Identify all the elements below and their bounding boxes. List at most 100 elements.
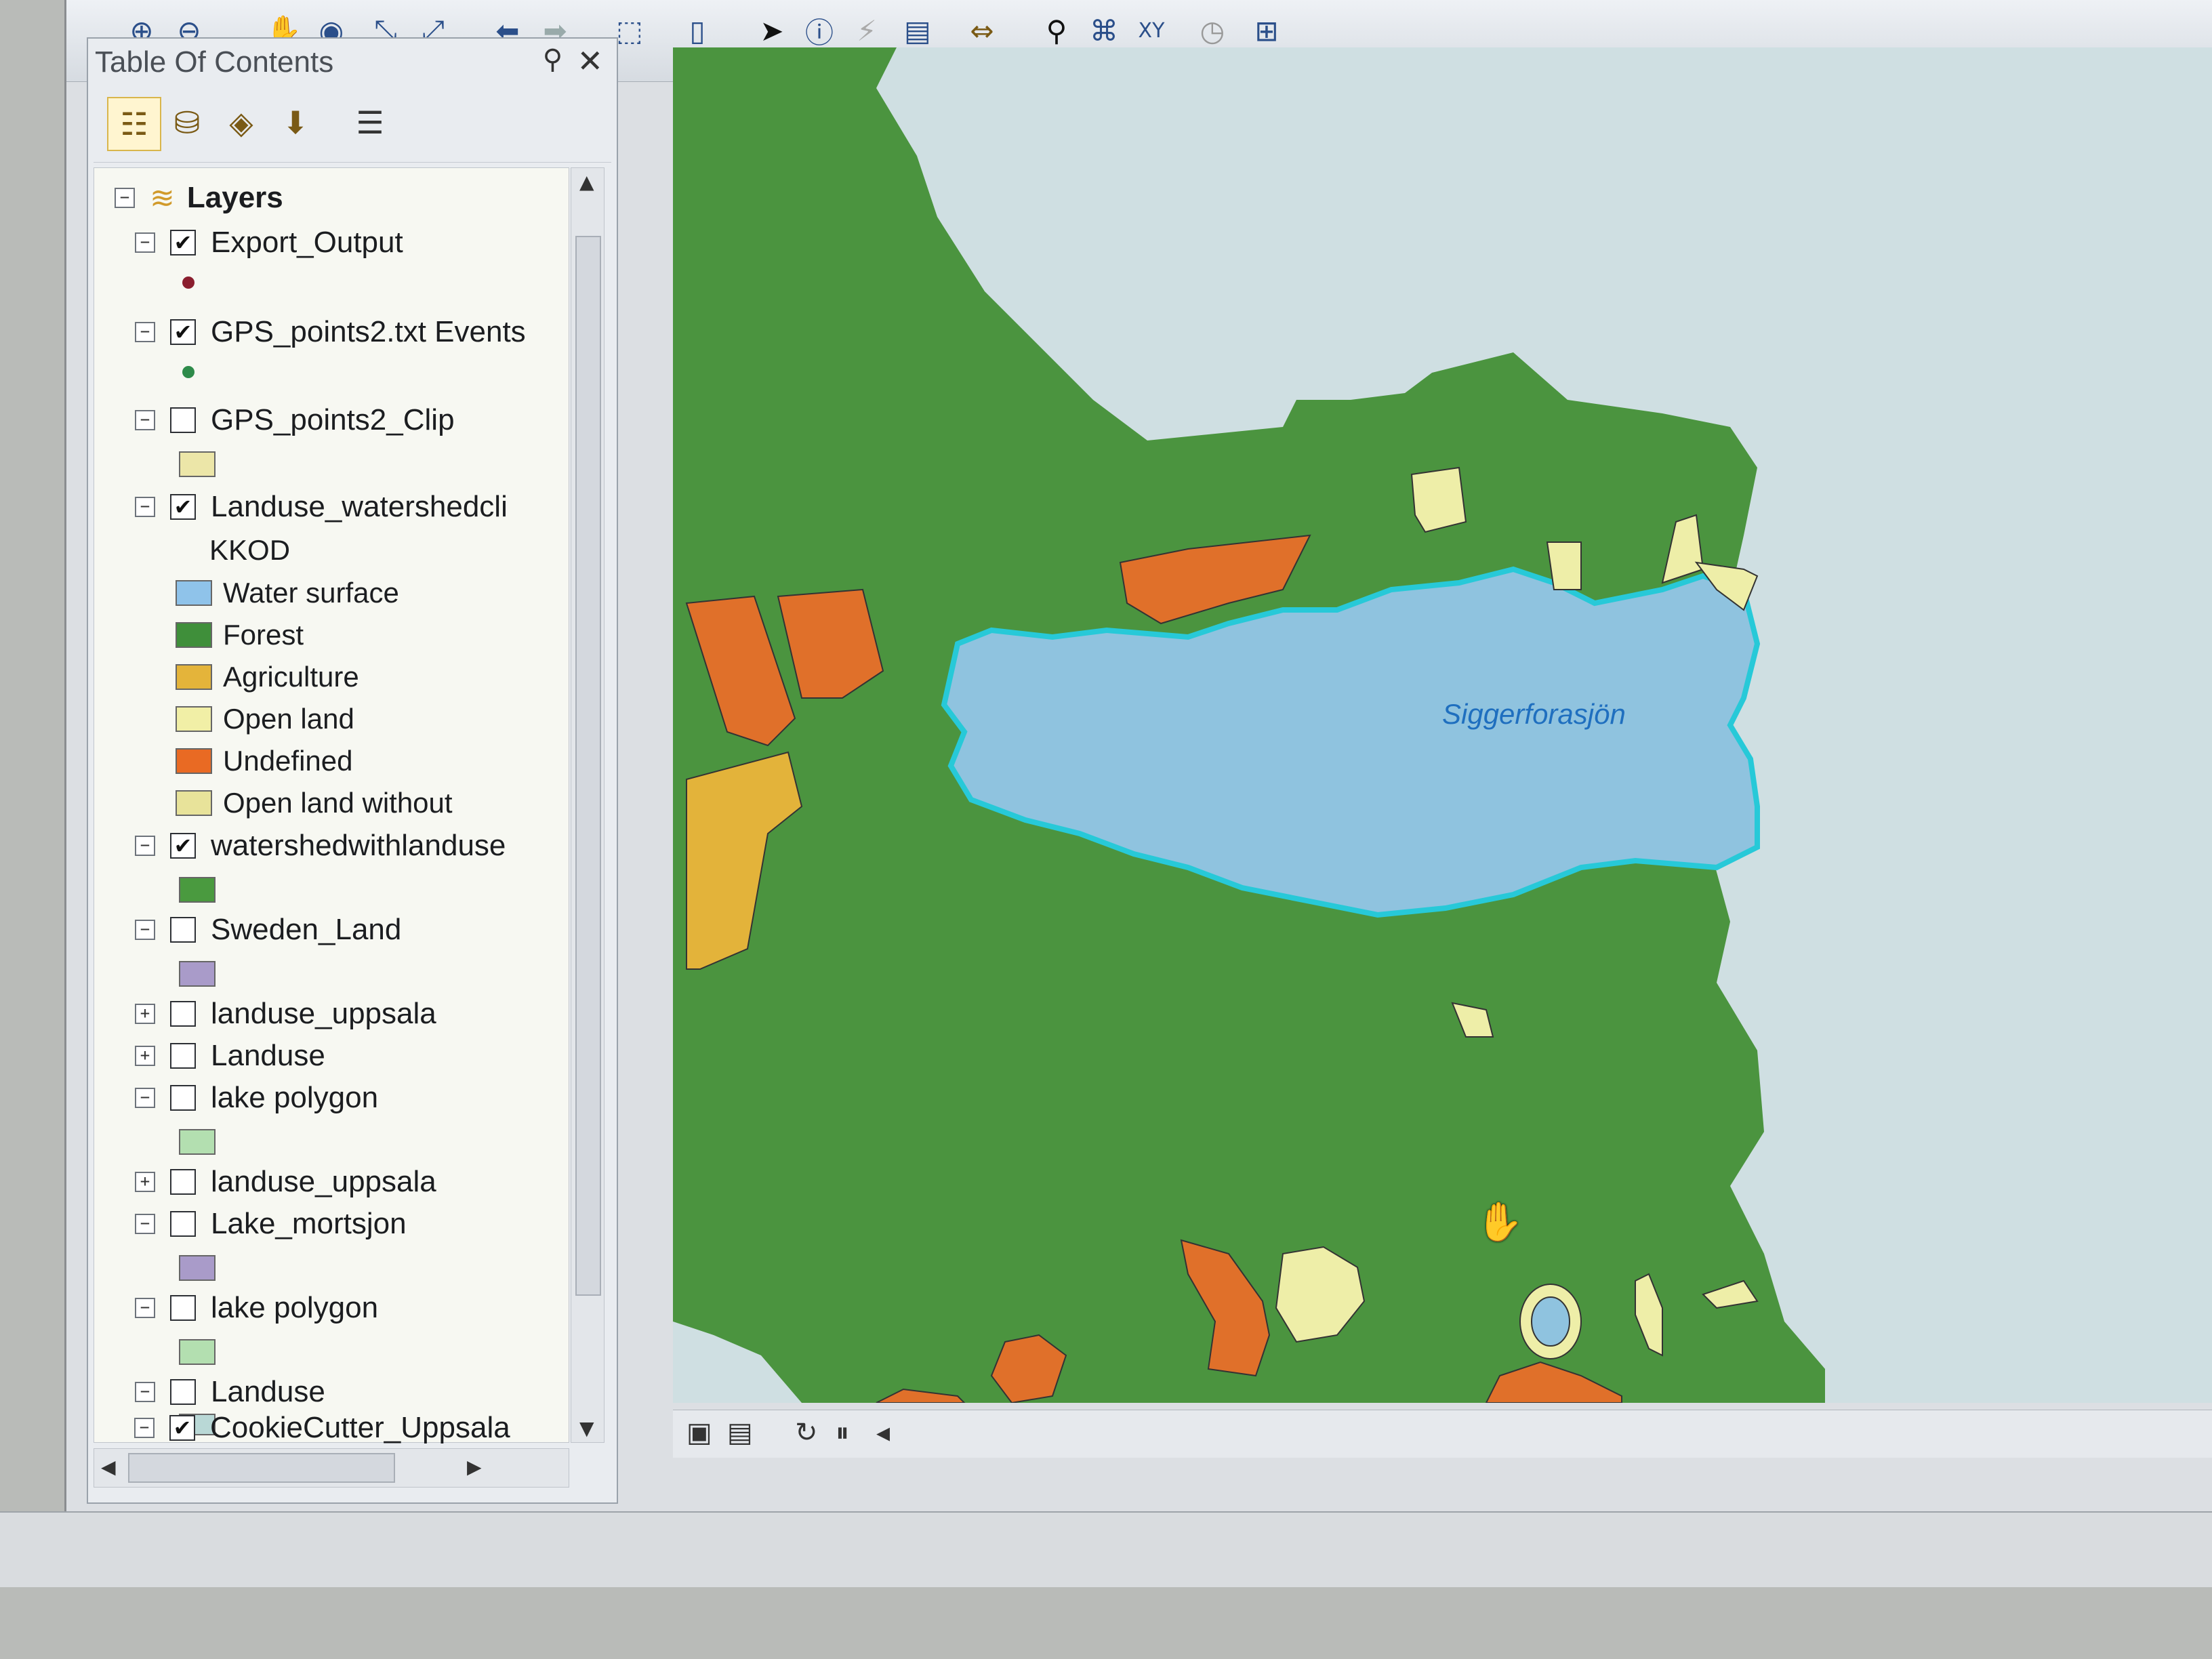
html-popup-icon[interactable]: ▤	[897, 9, 939, 52]
close-icon[interactable]: ✕	[577, 43, 603, 79]
toc-toolbar: ☷ ⛁ ◈ ⬇ ☰	[94, 87, 611, 163]
layer-name: Landuse_watershedcli	[211, 490, 508, 523]
layout-view-icon[interactable]: ▤	[727, 1417, 753, 1448]
layer-visibility-checkbox[interactable]: ✔	[170, 494, 196, 520]
clear-selection-icon[interactable]: ▯	[676, 9, 718, 52]
collapse-icon[interactable]: −	[135, 497, 155, 517]
layer-name: lake polygon	[211, 1291, 379, 1324]
layer-visibility-checkbox[interactable]	[170, 1085, 196, 1111]
layer-visibility-checkbox[interactable]: ✔	[169, 1415, 195, 1441]
layer-name: Landuse	[211, 1375, 325, 1408]
collapse-icon[interactable]: −	[135, 1088, 155, 1108]
collapse-icon[interactable]: −	[135, 322, 155, 342]
goto-xy-icon[interactable]: XY	[1130, 9, 1172, 52]
time-slider-icon[interactable]: ◷	[1191, 9, 1233, 52]
layers-root[interactable]: − ≋ Layers	[115, 176, 283, 220]
list-by-source-icon[interactable]: ⛁	[161, 97, 213, 148]
layer-landuse-uppsala[interactable]: + landuse_uppsala	[135, 992, 436, 1036]
collapse-icon[interactable]: −	[135, 1382, 155, 1402]
legend-item[interactable]: Open land without	[176, 782, 453, 824]
polygon-symbol	[179, 961, 216, 987]
expand-icon[interactable]: +	[135, 1046, 155, 1066]
route-icon[interactable]: ⌘	[1083, 9, 1125, 52]
collapse-icon[interactable]: −	[135, 1298, 155, 1318]
collapse-icon[interactable]: −	[135, 410, 155, 430]
layer-visibility-checkbox[interactable]	[170, 1169, 196, 1195]
legend-item[interactable]: Undefined	[176, 740, 352, 782]
polygon-symbol	[179, 451, 216, 477]
toc-vertical-scrollbar[interactable]: ▲ ▼	[571, 167, 605, 1443]
pan-hand-cursor-icon: ✋	[1476, 1200, 1523, 1244]
options-icon[interactable]: ☰	[344, 97, 396, 148]
legend-item[interactable]: Water surface	[176, 572, 399, 614]
scrollbar-thumb[interactable]	[128, 1453, 395, 1483]
collapse-icon[interactable]: −	[135, 232, 155, 253]
find-icon[interactable]: ⚲	[1036, 9, 1078, 52]
pause-drawing-icon[interactable]: ⏸	[836, 1417, 849, 1448]
layer-watershedwithlanduse[interactable]: − ✔ watershedwithlanduse	[135, 824, 506, 867]
magnifier-window-icon[interactable]: ⊞	[1246, 9, 1288, 52]
hyperlink-icon[interactable]: ⚡	[846, 9, 888, 52]
data-view-icon[interactable]: ▣	[687, 1417, 712, 1448]
scroll-left-icon[interactable]: ◂	[876, 1417, 890, 1448]
legend-label: Open land without	[223, 787, 453, 819]
collapse-icon[interactable]: −	[115, 188, 135, 208]
legend-label: Agriculture	[223, 661, 359, 693]
list-by-drawing-order-icon[interactable]: ☷	[107, 97, 161, 151]
scroll-right-icon[interactable]: ▶	[467, 1456, 482, 1478]
refresh-icon[interactable]: ↻	[795, 1417, 818, 1448]
legend-item[interactable]: Open land	[176, 698, 354, 740]
layer-visibility-checkbox[interactable]	[170, 407, 196, 433]
collapse-icon[interactable]: −	[135, 836, 155, 856]
layer-visibility-checkbox[interactable]	[170, 1043, 196, 1069]
point-symbol	[182, 276, 194, 289]
layer-landuse-watershedclip[interactable]: − ✔ Landuse_watershedcli	[135, 485, 508, 529]
lake-name-label: Siggerforasjön	[1442, 698, 1626, 730]
scroll-left-icon[interactable]: ◀	[101, 1456, 116, 1478]
layer-lake-polygon[interactable]: − lake polygon	[135, 1076, 378, 1120]
layer-gps-events[interactable]: − ✔ GPS_points2.txt Events	[135, 310, 526, 354]
collapse-icon[interactable]: −	[135, 1214, 155, 1234]
toc-horizontal-scrollbar[interactable]: ◀ ▶	[94, 1448, 569, 1488]
layer-name: Landuse	[211, 1039, 325, 1072]
layer-export-output[interactable]: − ✔ Export_Output	[135, 221, 403, 264]
layer-visibility-checkbox[interactable]: ✔	[170, 319, 196, 345]
collapse-icon[interactable]: −	[134, 1418, 155, 1438]
layer-lake-mortsjon[interactable]: − Lake_mortsjon	[135, 1202, 407, 1246]
pin-icon[interactable]: ⚲	[543, 44, 562, 75]
legend-label: Open land	[223, 703, 354, 735]
layer-landuse[interactable]: + Landuse	[135, 1034, 325, 1078]
layers-root-label: Layers	[186, 181, 283, 214]
layer-gps-clip[interactable]: − GPS_points2_Clip	[135, 398, 455, 442]
layer-cookiecutter-uppsala[interactable]: − ✔ CookieCutter_Uppsala	[134, 1406, 510, 1450]
layer-visibility-checkbox[interactable]: ✔	[170, 833, 196, 859]
layer-visibility-checkbox[interactable]	[170, 1295, 196, 1321]
layer-visibility-checkbox[interactable]	[170, 1379, 196, 1405]
scroll-down-icon[interactable]: ▼	[579, 1417, 594, 1439]
legend-swatch	[176, 580, 212, 606]
layer-name: CookieCutter_Uppsala	[210, 1411, 510, 1444]
layer-visibility-checkbox[interactable]	[170, 1211, 196, 1237]
list-by-visibility-icon[interactable]: ◈	[216, 97, 267, 148]
layer-lake-polygon[interactable]: − lake polygon	[135, 1286, 378, 1330]
toc-title: Table Of Contents	[95, 45, 334, 79]
legend-item[interactable]: Agriculture	[176, 656, 359, 698]
select-icon[interactable]: ➤	[751, 9, 793, 52]
map-canvas[interactable]: Siggerforasjön ✋	[673, 47, 2212, 1403]
layer-sweden-land[interactable]: − Sweden_Land	[135, 908, 401, 951]
scrollbar-thumb[interactable]	[575, 236, 601, 1296]
legend-item[interactable]: Forest	[176, 614, 304, 656]
collapse-icon[interactable]: −	[135, 920, 155, 940]
polygon-symbol	[179, 1255, 216, 1281]
list-by-selection-icon[interactable]: ⬇	[270, 97, 321, 148]
measure-icon[interactable]: ⇔	[961, 9, 1003, 52]
layer-landuse-uppsala[interactable]: + landuse_uppsala	[135, 1160, 436, 1204]
identify-icon[interactable]: ⓘ	[798, 9, 840, 52]
layer-visibility-checkbox[interactable]: ✔	[170, 230, 196, 255]
layer-visibility-checkbox[interactable]	[170, 917, 196, 943]
map-view-bar: ▣ ▤ ↻ ⏸ ◂	[673, 1410, 2212, 1458]
expand-icon[interactable]: +	[135, 1172, 155, 1192]
layer-visibility-checkbox[interactable]	[170, 1001, 196, 1027]
expand-icon[interactable]: +	[135, 1004, 155, 1024]
scroll-up-icon[interactable]: ▲	[579, 171, 594, 193]
